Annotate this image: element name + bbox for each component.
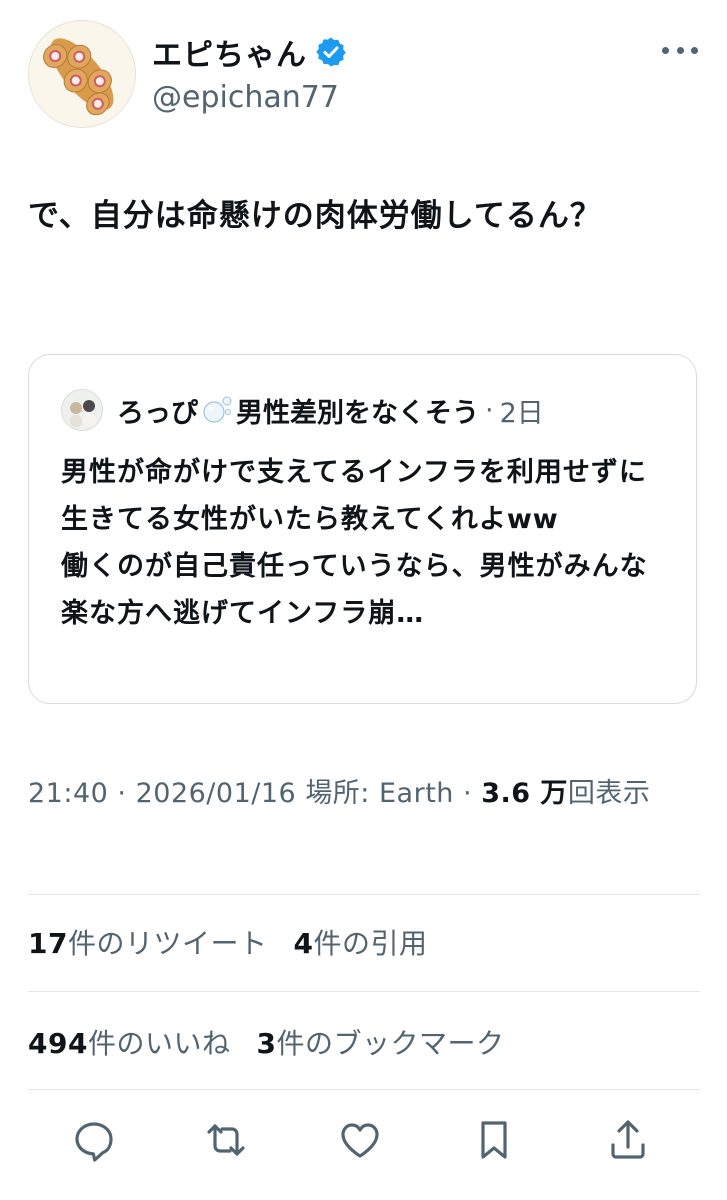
bookmark-icon[interactable] [470, 1116, 518, 1164]
tweet-location[interactable]: 場所: Earth [305, 778, 454, 809]
views-label: 回表示 [567, 778, 651, 809]
engagement-stats-row-1: 17件のリツイート 4件の引用 [28, 922, 427, 962]
quoted-date[interactable]: 2日 [500, 391, 544, 430]
more-options-icon[interactable] [662, 38, 698, 62]
quoted-display-name[interactable]: ろっぴ [117, 391, 198, 430]
retweet-icon[interactable] [202, 1116, 250, 1164]
bookmarks-label: 件のブックマーク [276, 1027, 505, 1060]
reply-icon[interactable] [70, 1116, 118, 1164]
meta-separator: · [463, 778, 473, 809]
likes-count: 494 [28, 1027, 88, 1060]
verified-badge-icon [315, 36, 347, 68]
bookmarks-stat[interactable]: 3件のブックマーク [256, 1027, 504, 1060]
quotes-count: 4 [293, 927, 314, 960]
tweet-meta: 21:40 · 2026/01/16 場所: Earth · 3.6 万回表示 [28, 764, 708, 824]
retweets-stat[interactable]: 17件のリツイート [28, 927, 267, 960]
tweet-text: で、自分は命懸けの肉体労働してるん？ [28, 198, 602, 234]
avatar[interactable] [28, 20, 136, 128]
quoted-tweet-header: ろっぴ 男性差別をなくそう · 2日 [61, 389, 544, 431]
divider [28, 894, 700, 895]
bookmarks-count: 3 [256, 1027, 277, 1060]
divider [28, 991, 700, 992]
bubbles-emoji-icon [202, 395, 232, 425]
views-count: 3.6 万 [481, 778, 568, 809]
share-icon[interactable] [604, 1116, 652, 1164]
action-bar [0, 1108, 727, 1172]
quotes-stat[interactable]: 4件の引用 [293, 927, 427, 960]
retweets-count: 17 [28, 927, 68, 960]
author-handle[interactable]: @epichan77 [152, 80, 339, 115]
engagement-stats-row-2: 494件のいいね 3件のブックマーク [28, 1022, 504, 1062]
like-icon[interactable] [336, 1116, 384, 1164]
author-name-row[interactable]: エピちゃん [152, 30, 347, 74]
quoted-avatar[interactable] [61, 389, 103, 431]
quoted-tweet-text: 男性が命がけで支えてるインフラを利用せずに生きてる女性がいたら教えてくれよww … [61, 457, 648, 629]
quotes-label: 件の引用 [313, 927, 428, 960]
tweet-time[interactable]: 21:40 [28, 778, 108, 809]
likes-stat[interactable]: 494件のいいね [28, 1027, 230, 1060]
author-display-name[interactable]: エピちゃん [152, 30, 307, 74]
likes-label: 件のいいね [87, 1027, 231, 1060]
quoted-name-suffix[interactable]: 男性差別をなくそう [236, 391, 479, 430]
divider [28, 1089, 700, 1090]
quoted-separator: · [485, 394, 494, 426]
meta-separator: · [117, 778, 127, 809]
retweets-label: 件のリツイート [67, 927, 268, 960]
quoted-tweet-card[interactable]: ろっぴ 男性差別をなくそう · 2日 男性が命がけで支えてるインフラを利用せずに… [28, 354, 697, 704]
tweet-date[interactable]: 2026/01/16 [136, 778, 297, 809]
